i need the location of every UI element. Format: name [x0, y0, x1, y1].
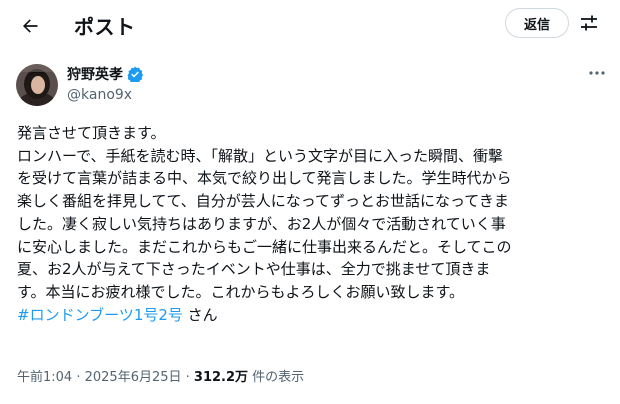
post-line: す。本当にお疲れ様でした。これからもよろしくお願い致します。 [17, 282, 465, 301]
hashtag-link[interactable]: #ロンドンブーツ1号2号 [17, 306, 183, 324]
post-date[interactable]: 2025年6月25日 [85, 370, 182, 385]
post-line: 楽しく番組を拝見してて、自分が芸人になってずっとお世話になってきま [17, 192, 509, 211]
post-line: 夏、お2人が与えて下さったイベントや仕事は、全力で挑ませて頂きま [17, 260, 491, 279]
arrow-left-icon [23, 19, 38, 33]
meta-separator: · [181, 370, 194, 385]
sliders-icon [581, 15, 597, 31]
post-line: を受けて言葉が詰まる中、本気で絞り出して発言しました。学生時代から [17, 169, 512, 188]
post-line: に安心しました。まだこれからもご一緒に仕事出来るんだと。そしてこの [17, 237, 512, 256]
post-line: した。凄く寂しい気持ちはありますが、お2人が個々で活動されていく事 [17, 214, 506, 233]
back-button[interactable] [14, 10, 46, 42]
hashtag-line: #ロンドンブーツ1号2号 さん [17, 304, 613, 327]
filter-button[interactable] [576, 10, 602, 36]
author-display-name[interactable]: 狩野英孝 [67, 64, 123, 84]
avatar-image [16, 64, 58, 106]
post-line: ロンハーで、手紙を読む時、「解散」という文字が目に入った瞬間、衝撃 [17, 146, 504, 165]
post-meta: 午前1:04 · 2025年6月25日 · 312.2万 件の表示 [17, 366, 304, 385]
page-title: ポスト [74, 15, 136, 39]
post-text: 発言させて頂きます。 ロンハーで、手紙を読む時、「解散」という文字が目に入った瞬… [17, 122, 613, 326]
more-horizontal-icon [589, 71, 605, 75]
verified-badge-icon [127, 66, 143, 82]
avatar[interactable] [16, 64, 58, 106]
more-options-button[interactable] [584, 62, 610, 84]
hashtag-suffix: さん [182, 305, 218, 324]
post-header: ポスト 返信 [0, 0, 620, 52]
views-count[interactable]: 312.2万 [194, 370, 248, 385]
post-time[interactable]: 午前1:04 [17, 370, 72, 385]
reply-button[interactable]: 返信 [505, 8, 569, 38]
author-handle[interactable]: @kano9x [67, 87, 132, 103]
author-name-row[interactable]: 狩野英孝 [67, 64, 143, 84]
views-label: 件の表示 [248, 370, 305, 385]
meta-separator: · [72, 370, 85, 385]
post-line: 発言させて頂きます。 [17, 124, 166, 142]
